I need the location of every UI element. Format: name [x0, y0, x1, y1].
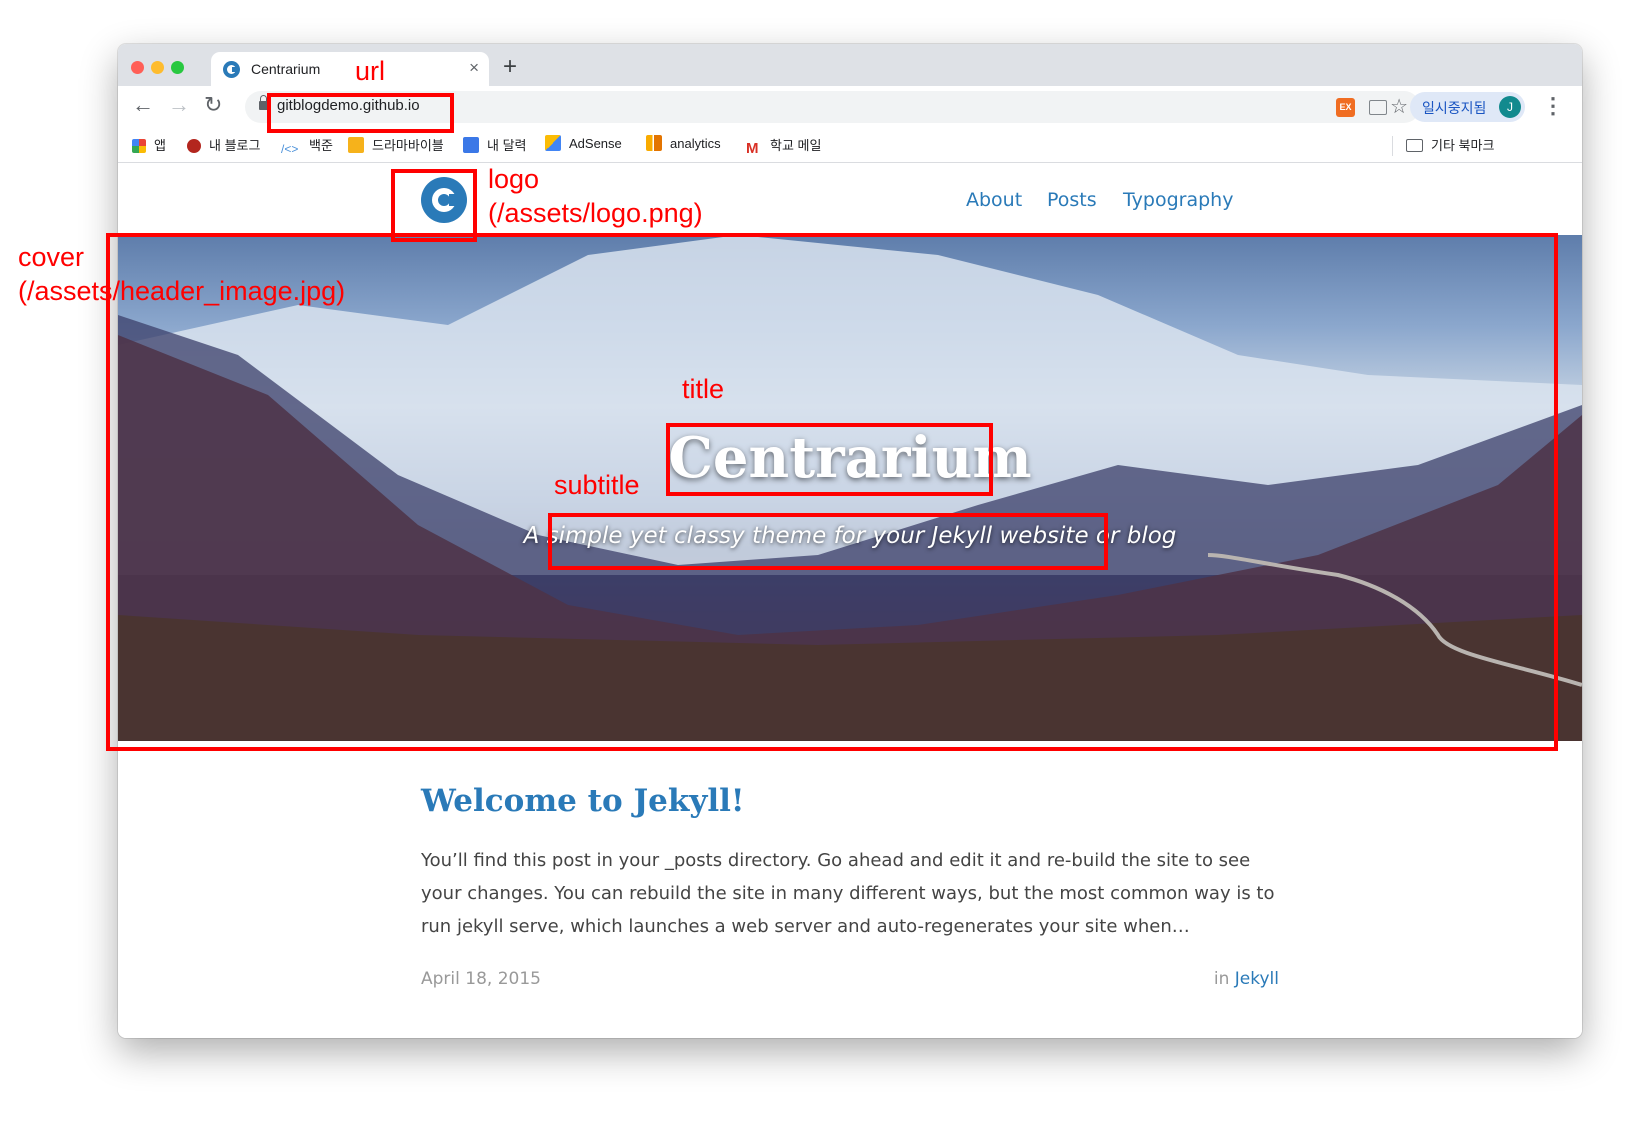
category-link[interactable]: Jekyll [1235, 969, 1279, 989]
bulb-icon [348, 137, 364, 153]
nav-posts[interactable]: Posts [1047, 189, 1097, 211]
apps-grid-icon [132, 139, 146, 153]
tab-strip: Centrarium × + [118, 44, 1582, 86]
back-arrow-icon[interactable]: ← [132, 92, 154, 118]
menu-kebab-icon[interactable]: ⋮ [1542, 93, 1564, 119]
logo-annotation-label: logo [488, 164, 540, 194]
bookmark-analytics[interactable]: analytics [646, 135, 721, 151]
gmail-icon: M [746, 140, 759, 157]
profile-status-label: 일시중지됨 [1422, 100, 1487, 116]
post-date: April 18, 2015 [421, 969, 541, 989]
blog-icon [187, 139, 201, 153]
tab-title: Centrarium [251, 61, 321, 77]
new-tab-button[interactable]: + [503, 53, 517, 81]
bookmark-label: 앱 [154, 138, 166, 153]
logo-annotation-box [391, 169, 477, 242]
bookmark-label: 학교 메일 [770, 138, 822, 153]
cover-annotation-label: cover [18, 242, 85, 272]
bookmark-baekjoon[interactable]: /<> 백준 [281, 135, 333, 158]
bookmark-label: 기타 북마크 [1431, 138, 1495, 153]
bookmark-star-icon[interactable]: ☆ [1390, 94, 1408, 119]
bookmark-adsense[interactable]: AdSense [545, 135, 622, 151]
cast-icon[interactable] [1369, 100, 1387, 115]
bookmarks-divider [1392, 136, 1393, 156]
bookmark-school-mail[interactable]: M 학교 메일 [746, 135, 822, 157]
subtitle-annotation-label: subtitle [554, 470, 640, 500]
bookmark-label: 백준 [309, 138, 333, 153]
avatar: J [1499, 96, 1521, 118]
bookmark-my-blog[interactable]: 내 블로그 [187, 135, 260, 154]
analytics-icon [646, 135, 662, 151]
close-tab-icon[interactable]: × [469, 58, 479, 78]
close-window-button[interactable] [131, 61, 144, 74]
adsense-icon [545, 135, 561, 151]
bookmark-label: 내 블로그 [209, 138, 261, 153]
bookmark-my-calendar[interactable]: 내 달력 [463, 135, 527, 154]
bookmarks-bar: 앱 내 블로그 /<> 백준 드라마바이블 내 달력 AdSense analyt… [118, 130, 1582, 163]
extension-ex-icon[interactable]: EX [1336, 98, 1355, 117]
maximize-window-button[interactable] [171, 61, 184, 74]
minimize-window-button[interactable] [151, 61, 164, 74]
bookmark-label: 드라마바이블 [372, 138, 444, 153]
profile-button[interactable]: 일시중지됨 J [1410, 92, 1525, 122]
bookmark-drama-bible[interactable]: 드라마바이블 [348, 135, 444, 154]
post-excerpt: You’ll find this post in your _posts dir… [421, 850, 1275, 937]
nav-typography[interactable]: Typography [1123, 189, 1233, 211]
calendar-icon [463, 137, 479, 153]
bookmark-label: analytics [670, 136, 721, 151]
folder-icon [1406, 139, 1423, 152]
post-category: in Jekyll [1214, 969, 1279, 989]
bookmark-label: 내 달력 [487, 138, 527, 153]
site-favicon-icon [223, 61, 240, 78]
code-brackets-icon: /<> [281, 142, 299, 156]
subtitle-annotation-box [548, 513, 1108, 570]
cover-path-annotation: (/assets/header_image.jpg) [18, 276, 346, 306]
reload-icon[interactable]: ↻ [204, 92, 222, 118]
bookmark-other[interactable]: 기타 북마크 [1406, 135, 1494, 154]
url-annotation-label: url [355, 56, 386, 86]
bookmark-apps[interactable]: 앱 [132, 135, 166, 154]
nav-about[interactable]: About [966, 189, 1022, 211]
title-annotation-label: title [682, 374, 725, 404]
url-annotation-box [267, 93, 454, 133]
bookmark-label: AdSense [569, 136, 622, 151]
category-prefix: in [1213, 969, 1230, 989]
logo-path-annotation: (/assets/logo.png) [488, 198, 703, 228]
title-annotation-box [666, 423, 993, 496]
forward-arrow-icon[interactable]: → [168, 92, 190, 118]
post-title[interactable]: Welcome to Jekyll! [421, 783, 745, 819]
tab-centrarium[interactable]: Centrarium × [211, 52, 489, 86]
